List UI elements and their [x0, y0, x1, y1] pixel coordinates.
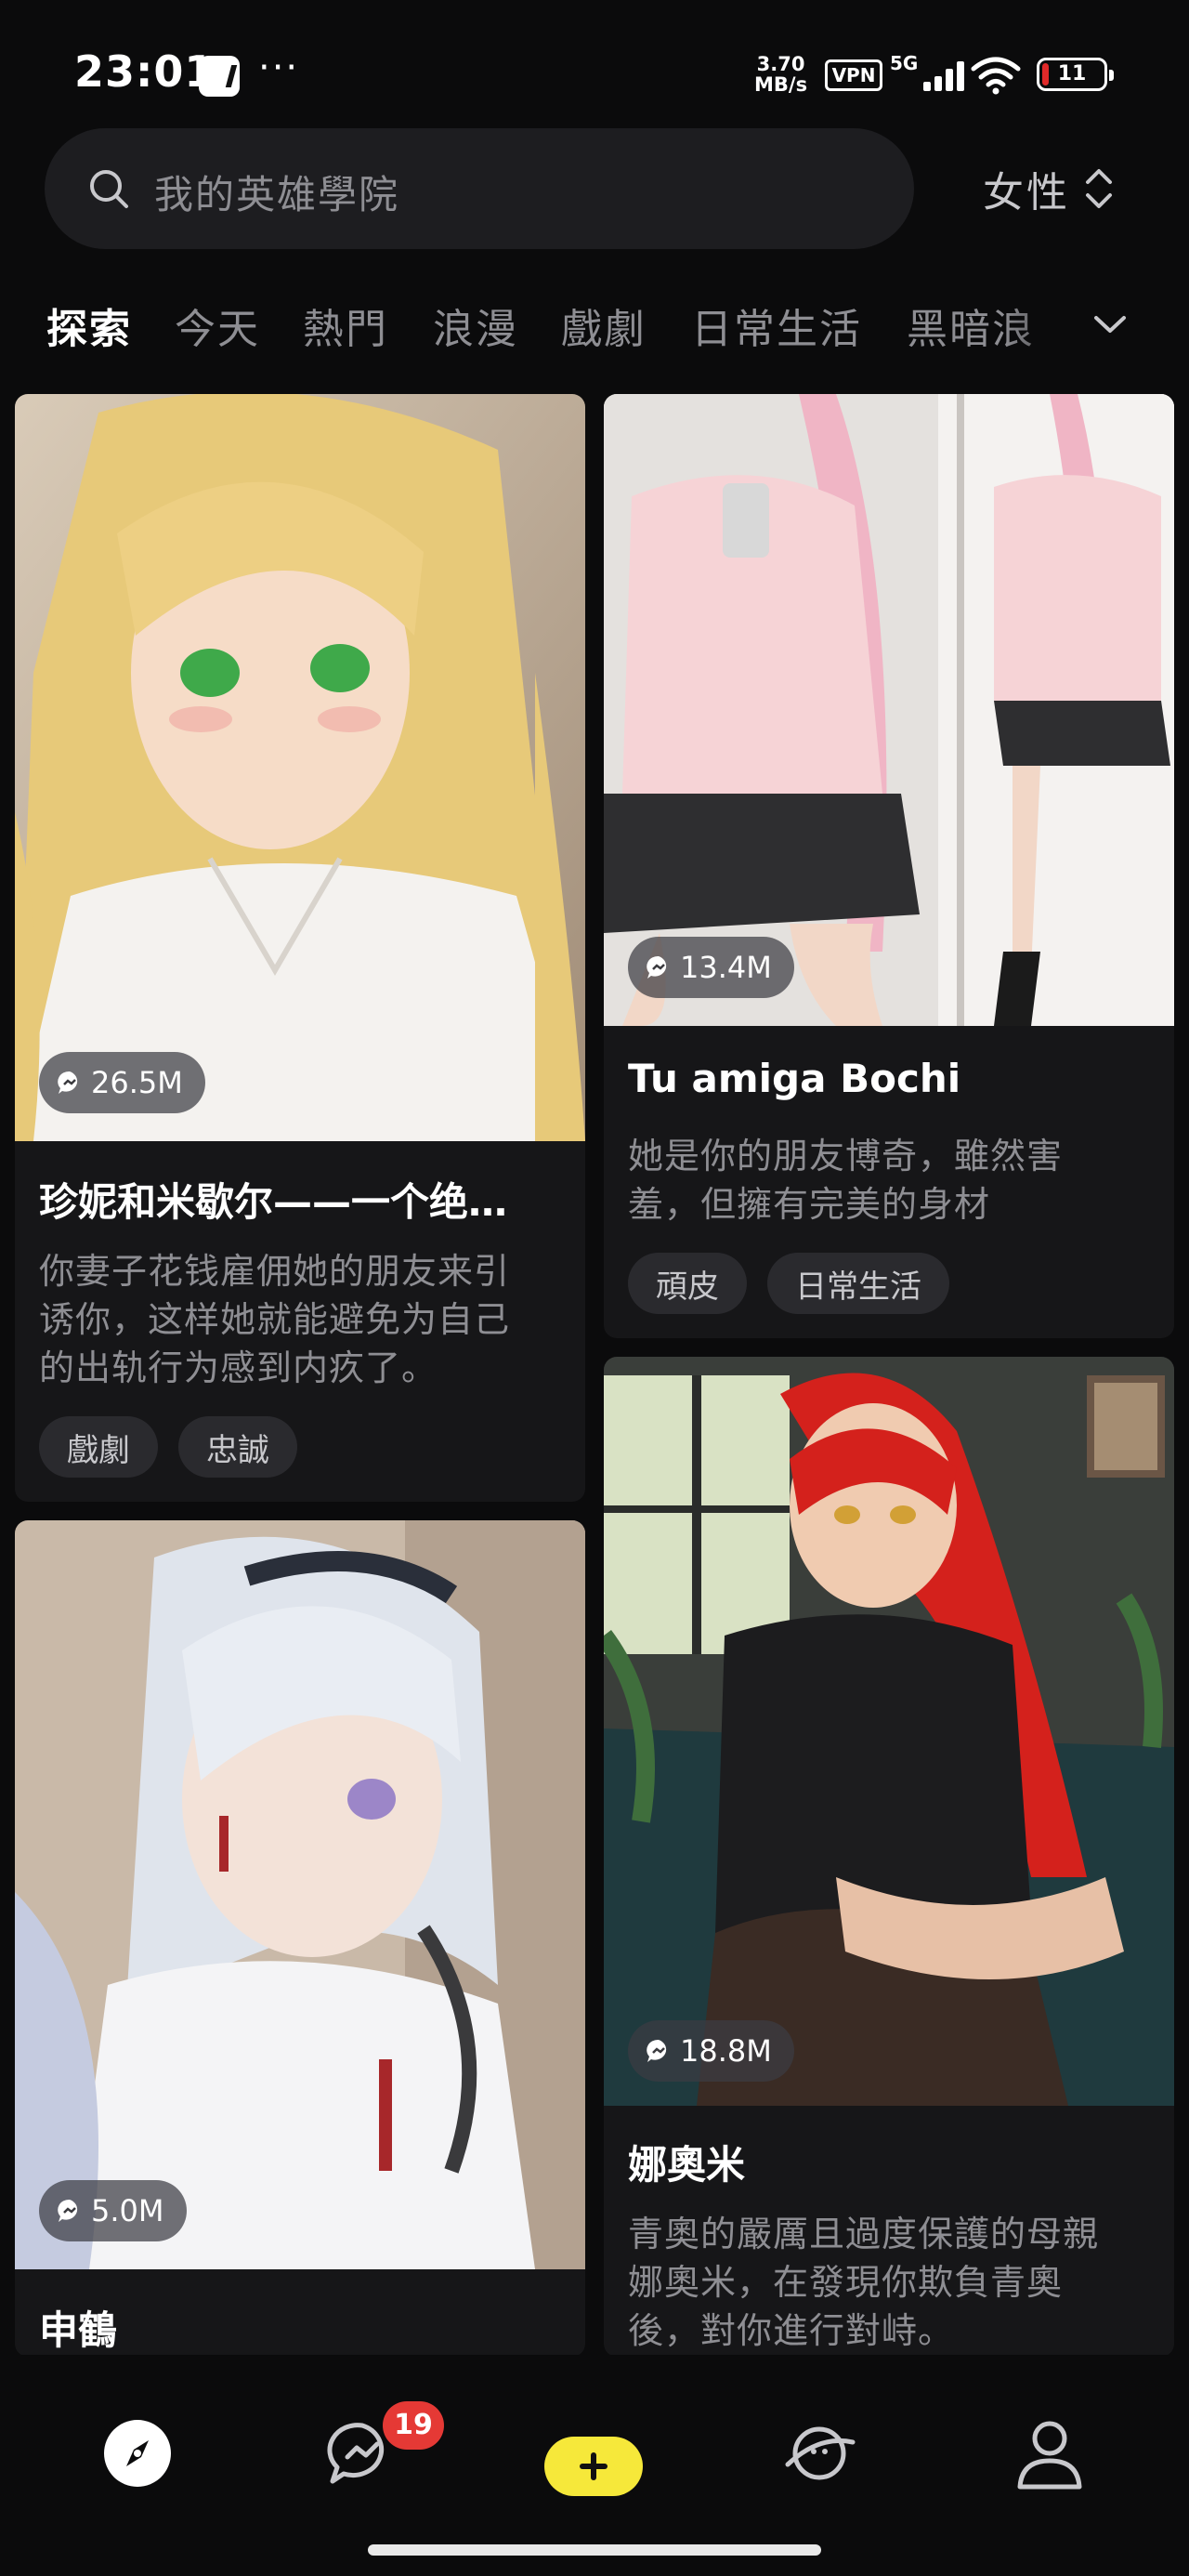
search-icon: [90, 170, 128, 208]
search-placeholder: 我的英雄學院: [154, 172, 400, 217]
character-card[interactable]: 18.8M 娜奧米 青奧的嚴厲且過度保護的母親 娜奧米，在發現你欺負青奧 後，對…: [604, 1357, 1174, 2357]
status-bar: 23:01 ··· 3.70 MB/s VPN 5G 11: [0, 0, 1189, 130]
message-count-value: 26.5M: [91, 1065, 183, 1100]
tag-chip[interactable]: 日常生活: [767, 1253, 949, 1314]
tab-explore[interactable]: 探索: [46, 296, 132, 355]
card-tags: 頑皮 日常生活: [628, 1253, 949, 1314]
nav-profile[interactable]: [1003, 2407, 1096, 2500]
profile-icon: [1017, 2421, 1082, 2490]
notification-app-icon: [199, 56, 240, 97]
character-image: [15, 394, 585, 1141]
signal-icon: [908, 59, 964, 91]
more-notifications-icon: ···: [258, 46, 300, 89]
character-image: [15, 1520, 585, 2269]
message-icon: [58, 2199, 78, 2222]
planet-chat-icon: [785, 2426, 856, 2480]
message-count: 26.5M: [39, 1052, 205, 1113]
card-tags: 戲劇 忠誠: [39, 1416, 297, 1478]
tab-today[interactable]: 今天: [175, 296, 260, 355]
message-icon: [647, 2039, 667, 2062]
tab-romance[interactable]: 浪漫: [433, 296, 518, 355]
tag-chip[interactable]: 忠誠: [178, 1416, 297, 1478]
message-icon: [647, 955, 667, 979]
battery-icon: 11: [1037, 58, 1114, 91]
message-count: 13.4M: [628, 937, 794, 998]
card-description: 青奧的嚴厲且過度保護的母親 娜奧米，在發現你欺負青奧 後，對你進行對峙。: [628, 2214, 1100, 2351]
tab-daily-life[interactable]: 日常生活: [691, 296, 862, 355]
unread-badge: 19: [383, 2401, 444, 2450]
category-tabs: 探索 今天 熱門 浪漫 戲劇 日常生活 黑暗浪: [0, 279, 1189, 372]
bottom-navigation: 19: [0, 2355, 1189, 2576]
message-count: 5.0M: [39, 2180, 187, 2241]
battery-level: 11: [1057, 62, 1087, 85]
tag-chip[interactable]: 戲劇: [39, 1416, 158, 1478]
status-time: 23:01: [74, 46, 216, 97]
chevron-down-icon: [1094, 316, 1126, 333]
card-title: 申鶴: [39, 2307, 118, 2353]
explore-icon: [104, 2420, 171, 2487]
card-title: 珍妮和米歇尔——一个绝…: [39, 1179, 508, 1225]
tab-drama[interactable]: 戲劇: [561, 296, 647, 355]
gender-filter-label: 女性: [983, 169, 1070, 217]
plus-icon: [580, 2452, 608, 2480]
vpn-icon: VPN: [825, 59, 882, 91]
message-icon: [58, 1071, 78, 1094]
chevron-up-down-icon: [1086, 169, 1112, 208]
card-title: 娜奧米: [628, 2142, 746, 2188]
home-indicator[interactable]: [368, 2544, 821, 2556]
tag-chip[interactable]: 頑皮: [628, 1253, 747, 1314]
card-description: 你妻子花钱雇佣她的朋友来引 诱你，这样她就能避免为自己 的出轨行为感到内疚了。: [39, 1251, 511, 1388]
message-count: 18.8M: [628, 2020, 794, 2082]
nav-explore[interactable]: [91, 2407, 184, 2500]
message-count-value: 18.8M: [680, 2033, 772, 2069]
message-count-value: 5.0M: [91, 2193, 164, 2228]
gender-filter-select[interactable]: 女性: [983, 156, 1115, 221]
expand-tabs-button[interactable]: [1078, 297, 1143, 353]
wifi-icon: [971, 57, 1021, 95]
card-description: 她是你的朋友博奇，雖然害 羞，但擁有完美的身材: [628, 1136, 1064, 1225]
character-card[interactable]: 5.0M 申鶴: [15, 1520, 585, 2357]
character-card[interactable]: 13.4M Tu amiga Bochi 她是你的朋友博奇，雖然害 羞，但擁有完…: [604, 394, 1174, 1338]
card-title: Tu amiga Bochi: [628, 1056, 961, 1101]
tab-popular[interactable]: 熱門: [303, 296, 388, 355]
nav-community[interactable]: [773, 2407, 866, 2500]
search-input[interactable]: 我的英雄學院: [45, 128, 914, 249]
character-card[interactable]: 26.5M 珍妮和米歇尔——一个绝… 你妻子花钱雇佣她的朋友来引 诱你，这样她就…: [15, 394, 585, 1502]
character-image: [604, 394, 1174, 1026]
create-button[interactable]: [544, 2437, 643, 2496]
character-image: [604, 1357, 1174, 2106]
message-count-value: 13.4M: [680, 950, 772, 985]
network-speed: 3.70 MB/s: [754, 53, 808, 96]
